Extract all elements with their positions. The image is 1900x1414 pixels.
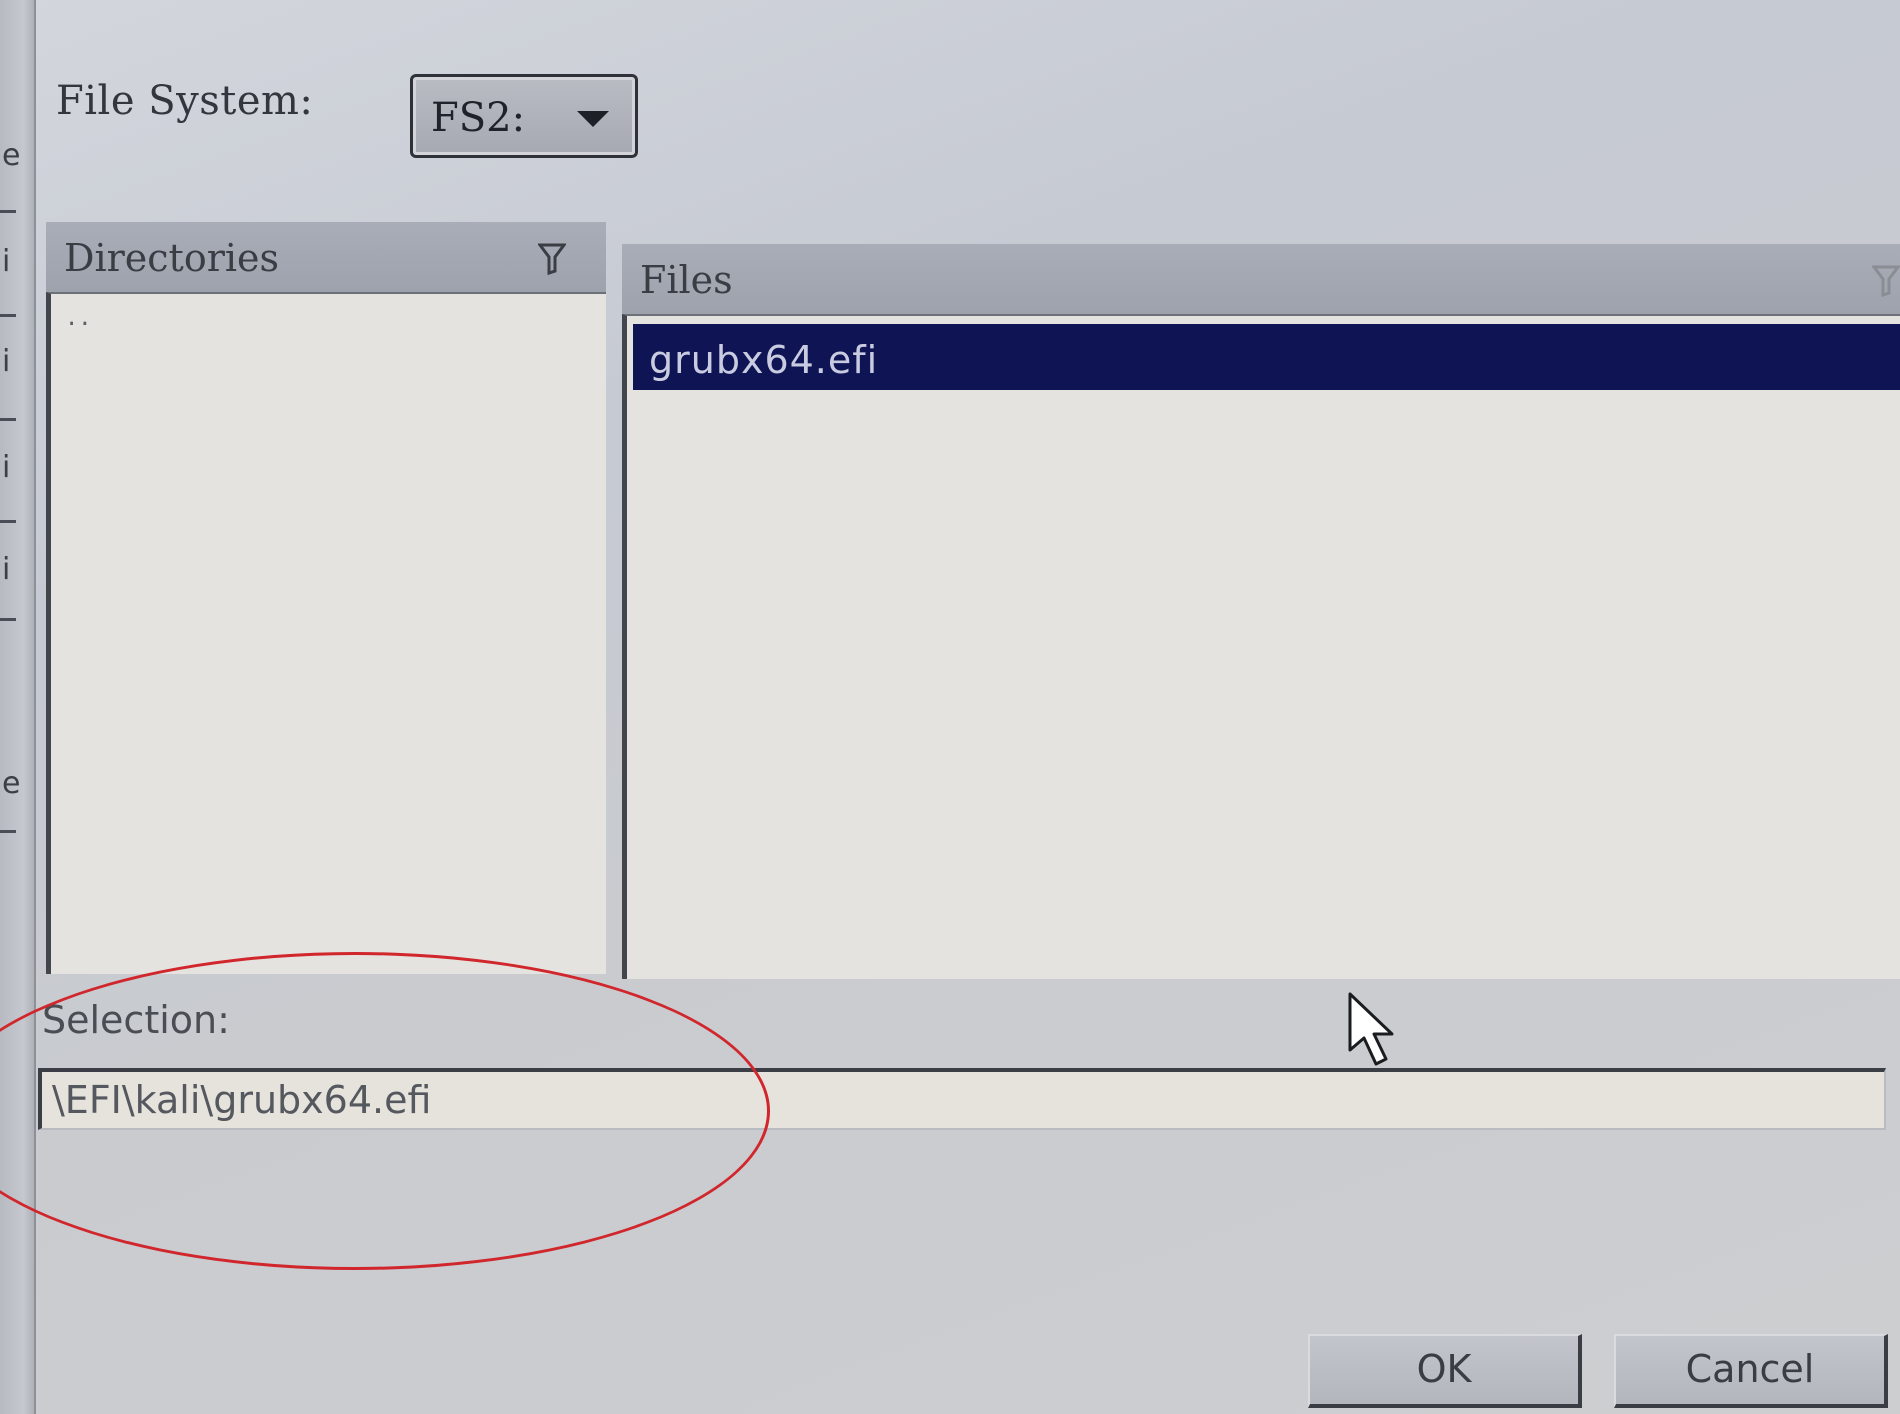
background-window-divider bbox=[0, 830, 16, 833]
background-window-glyph: i bbox=[2, 344, 11, 379]
files-header: Files bbox=[622, 244, 1900, 317]
ok-button[interactable]: OK bbox=[1308, 1334, 1582, 1408]
files-list[interactable]: grubx64.efi bbox=[622, 314, 1900, 979]
file-system-dropdown[interactable]: FS2: bbox=[410, 74, 638, 158]
filter-icon[interactable] bbox=[538, 242, 566, 276]
background-window-glyph: i bbox=[2, 450, 11, 485]
background-window-divider bbox=[0, 520, 16, 523]
file-name: grubx64.efi bbox=[649, 338, 879, 382]
background-window-glyph: e bbox=[2, 138, 21, 173]
background-window-divider bbox=[0, 210, 16, 213]
directories-list[interactable]: .. bbox=[46, 292, 606, 974]
cancel-button[interactable]: Cancel bbox=[1614, 1334, 1888, 1408]
files-panel: Files grubx64.efi bbox=[622, 244, 1900, 979]
background-window-glyph: i bbox=[2, 244, 11, 279]
background-window-divider bbox=[0, 618, 16, 621]
background-window-glyph: e bbox=[2, 766, 21, 801]
background-window-edge: e i i i i e bbox=[0, 0, 36, 1414]
directories-panel: Directories .. bbox=[46, 222, 606, 974]
filter-icon[interactable] bbox=[1872, 264, 1900, 298]
selection-label: Selection: bbox=[42, 998, 230, 1042]
chevron-down-icon bbox=[577, 111, 609, 127]
file-system-label: File System: bbox=[56, 78, 314, 124]
list-item[interactable]: .. bbox=[65, 306, 92, 331]
mouse-pointer-icon bbox=[1348, 992, 1394, 1066]
background-window-divider bbox=[0, 418, 16, 421]
list-item[interactable]: grubx64.efi bbox=[633, 324, 1900, 390]
background-window-divider bbox=[0, 314, 16, 317]
files-title: Files bbox=[640, 258, 733, 302]
file-system-selected-value: FS2: bbox=[431, 95, 526, 141]
selection-input[interactable] bbox=[38, 1068, 1886, 1130]
directories-title: Directories bbox=[64, 236, 280, 280]
background-window-glyph: i bbox=[2, 552, 11, 587]
directories-header: Directories bbox=[46, 222, 606, 295]
